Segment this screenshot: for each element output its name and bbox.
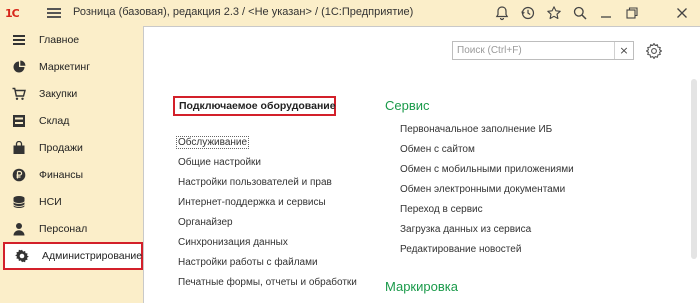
pie-chart-icon [12, 60, 26, 74]
link-initial-fill[interactable]: Первоначальное заполнение ИБ [400, 124, 552, 135]
sidebar-item-warehouse[interactable]: Склад [0, 107, 143, 135]
sidebar-item-label: Склад [39, 115, 70, 127]
section-title-service[interactable]: Сервис [385, 98, 430, 113]
main-menu-button[interactable] [47, 6, 61, 20]
link-mobile-exchange[interactable]: Обмен с мобильными приложениями [400, 164, 574, 175]
sidebar-item-purchases[interactable]: Закупки [0, 80, 143, 108]
close-icon[interactable] [674, 5, 690, 21]
sidebar-item-label: Продажи [39, 142, 83, 154]
sidebar-item-finance[interactable]: Финансы [0, 161, 143, 189]
section-title-marking[interactable]: Маркировка [385, 279, 458, 294]
search-input[interactable] [453, 42, 621, 59]
link-data-sync[interactable]: Синхронизация данных [178, 237, 288, 248]
link-edi-exchange[interactable]: Обмен электронными документами [400, 184, 565, 195]
hamburger-icon-line [47, 16, 61, 18]
restore-icon[interactable] [624, 5, 640, 21]
search-icon[interactable] [572, 5, 588, 21]
gear-icon [15, 249, 29, 263]
logo-text: 1С [5, 6, 20, 20]
vertical-scrollbar[interactable] [691, 79, 697, 259]
shopping-bag-icon [12, 141, 26, 155]
section-title-label: Подключаемое оборудование [179, 100, 336, 112]
section-title-connected-equipment[interactable]: Подключаемое оборудование [173, 96, 336, 116]
sidebar-item-sales[interactable]: Продажи [0, 134, 143, 162]
sidebar-item-label: НСИ [39, 196, 62, 208]
minimize-icon[interactable] [598, 5, 614, 21]
sidebar-item-label: Финансы [39, 169, 84, 181]
sidebar-item-personnel[interactable]: Персонал [0, 215, 143, 243]
person-icon [12, 222, 26, 236]
bell-icon[interactable] [494, 5, 510, 21]
1c-logo: 1С [5, 5, 20, 21]
link-service-data-load[interactable]: Загрузка данных из сервиса [400, 224, 531, 235]
hamburger-icon-line [47, 12, 61, 14]
warehouse-icon [12, 114, 26, 128]
sidebar-item-label: Маркетинг [39, 61, 91, 73]
sidebar-item-main[interactable]: Главное [0, 26, 143, 54]
sidebar-item-marketing[interactable]: Маркетинг [0, 53, 143, 81]
sidebar-item-nsi[interactable]: НСИ [0, 188, 143, 216]
sidebar-item-label: Закупки [39, 88, 78, 100]
sidebar-item-label: Администрирование [42, 250, 143, 262]
database-icon [12, 195, 26, 209]
history-icon[interactable] [520, 5, 536, 21]
link-maintenance[interactable]: Обслуживание [176, 136, 250, 149]
ruble-icon [12, 168, 26, 182]
menu-icon [12, 33, 26, 47]
settings-gear-icon[interactable] [646, 43, 662, 59]
window-title: Розница (базовая), редакция 2.3 / <Не ук… [73, 6, 414, 18]
content-panel: × Подключаемое оборудование Обслуживание… [143, 26, 700, 303]
sidebar: Главное Маркетинг Закупки Склад Продажи [0, 26, 143, 303]
cart-icon [12, 87, 26, 101]
link-site-exchange[interactable]: Обмен с сайтом [400, 144, 475, 155]
app-window: 1С Розница (базовая), редакция 2.3 / <Не… [0, 0, 700, 303]
link-file-settings[interactable]: Настройки работы с файлами [178, 257, 318, 268]
search-box: × [452, 41, 634, 60]
link-service-transition[interactable]: Переход в сервис [400, 204, 483, 215]
link-organizer[interactable]: Органайзер [178, 217, 233, 228]
star-icon[interactable] [546, 5, 562, 21]
clear-search-button[interactable]: × [614, 42, 633, 59]
title-bar: 1С Розница (базовая), редакция 2.3 / <Не… [0, 0, 700, 26]
sidebar-item-label: Персонал [39, 223, 88, 235]
sidebar-item-administration[interactable]: Администрирование [3, 242, 143, 270]
link-internet-support[interactable]: Интернет-поддержка и сервисы [178, 197, 326, 208]
link-print-forms-reports[interactable]: Печатные формы, отчеты и обработки [178, 277, 357, 288]
link-news-editing[interactable]: Редактирование новостей [400, 244, 521, 255]
link-general-settings[interactable]: Общие настройки [178, 157, 261, 168]
link-user-settings-and-rights[interactable]: Настройки пользователей и прав [178, 177, 332, 188]
sidebar-item-label: Главное [39, 34, 80, 46]
hamburger-icon-line [47, 8, 61, 10]
